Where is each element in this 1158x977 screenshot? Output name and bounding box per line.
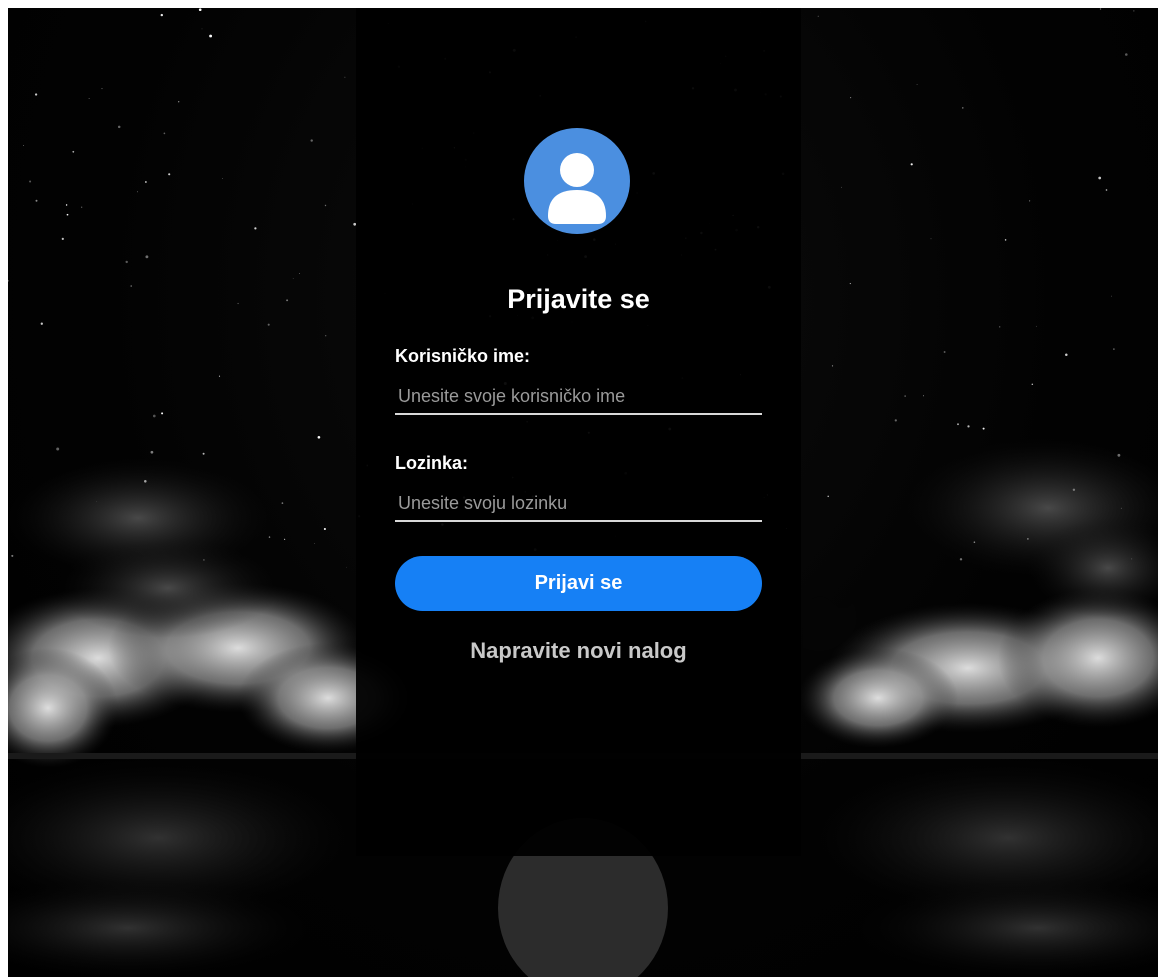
- user-icon: [524, 128, 630, 234]
- page-title: Prijavite se: [507, 284, 650, 314]
- password-input[interactable]: [395, 486, 762, 522]
- username-label: Korisničko ime:: [395, 346, 531, 366]
- register-link[interactable]: Napravite novi nalog: [356, 638, 801, 664]
- login-panel: Prijavite se Korisničko ime: Lozinka: Pr…: [356, 8, 801, 856]
- login-button[interactable]: Prijavi se: [395, 556, 762, 611]
- password-label: Lozinka:: [395, 453, 469, 473]
- night-sky-background: Prijavite se Korisničko ime: Lozinka: Pr…: [8, 8, 1158, 977]
- username-input[interactable]: [395, 379, 762, 415]
